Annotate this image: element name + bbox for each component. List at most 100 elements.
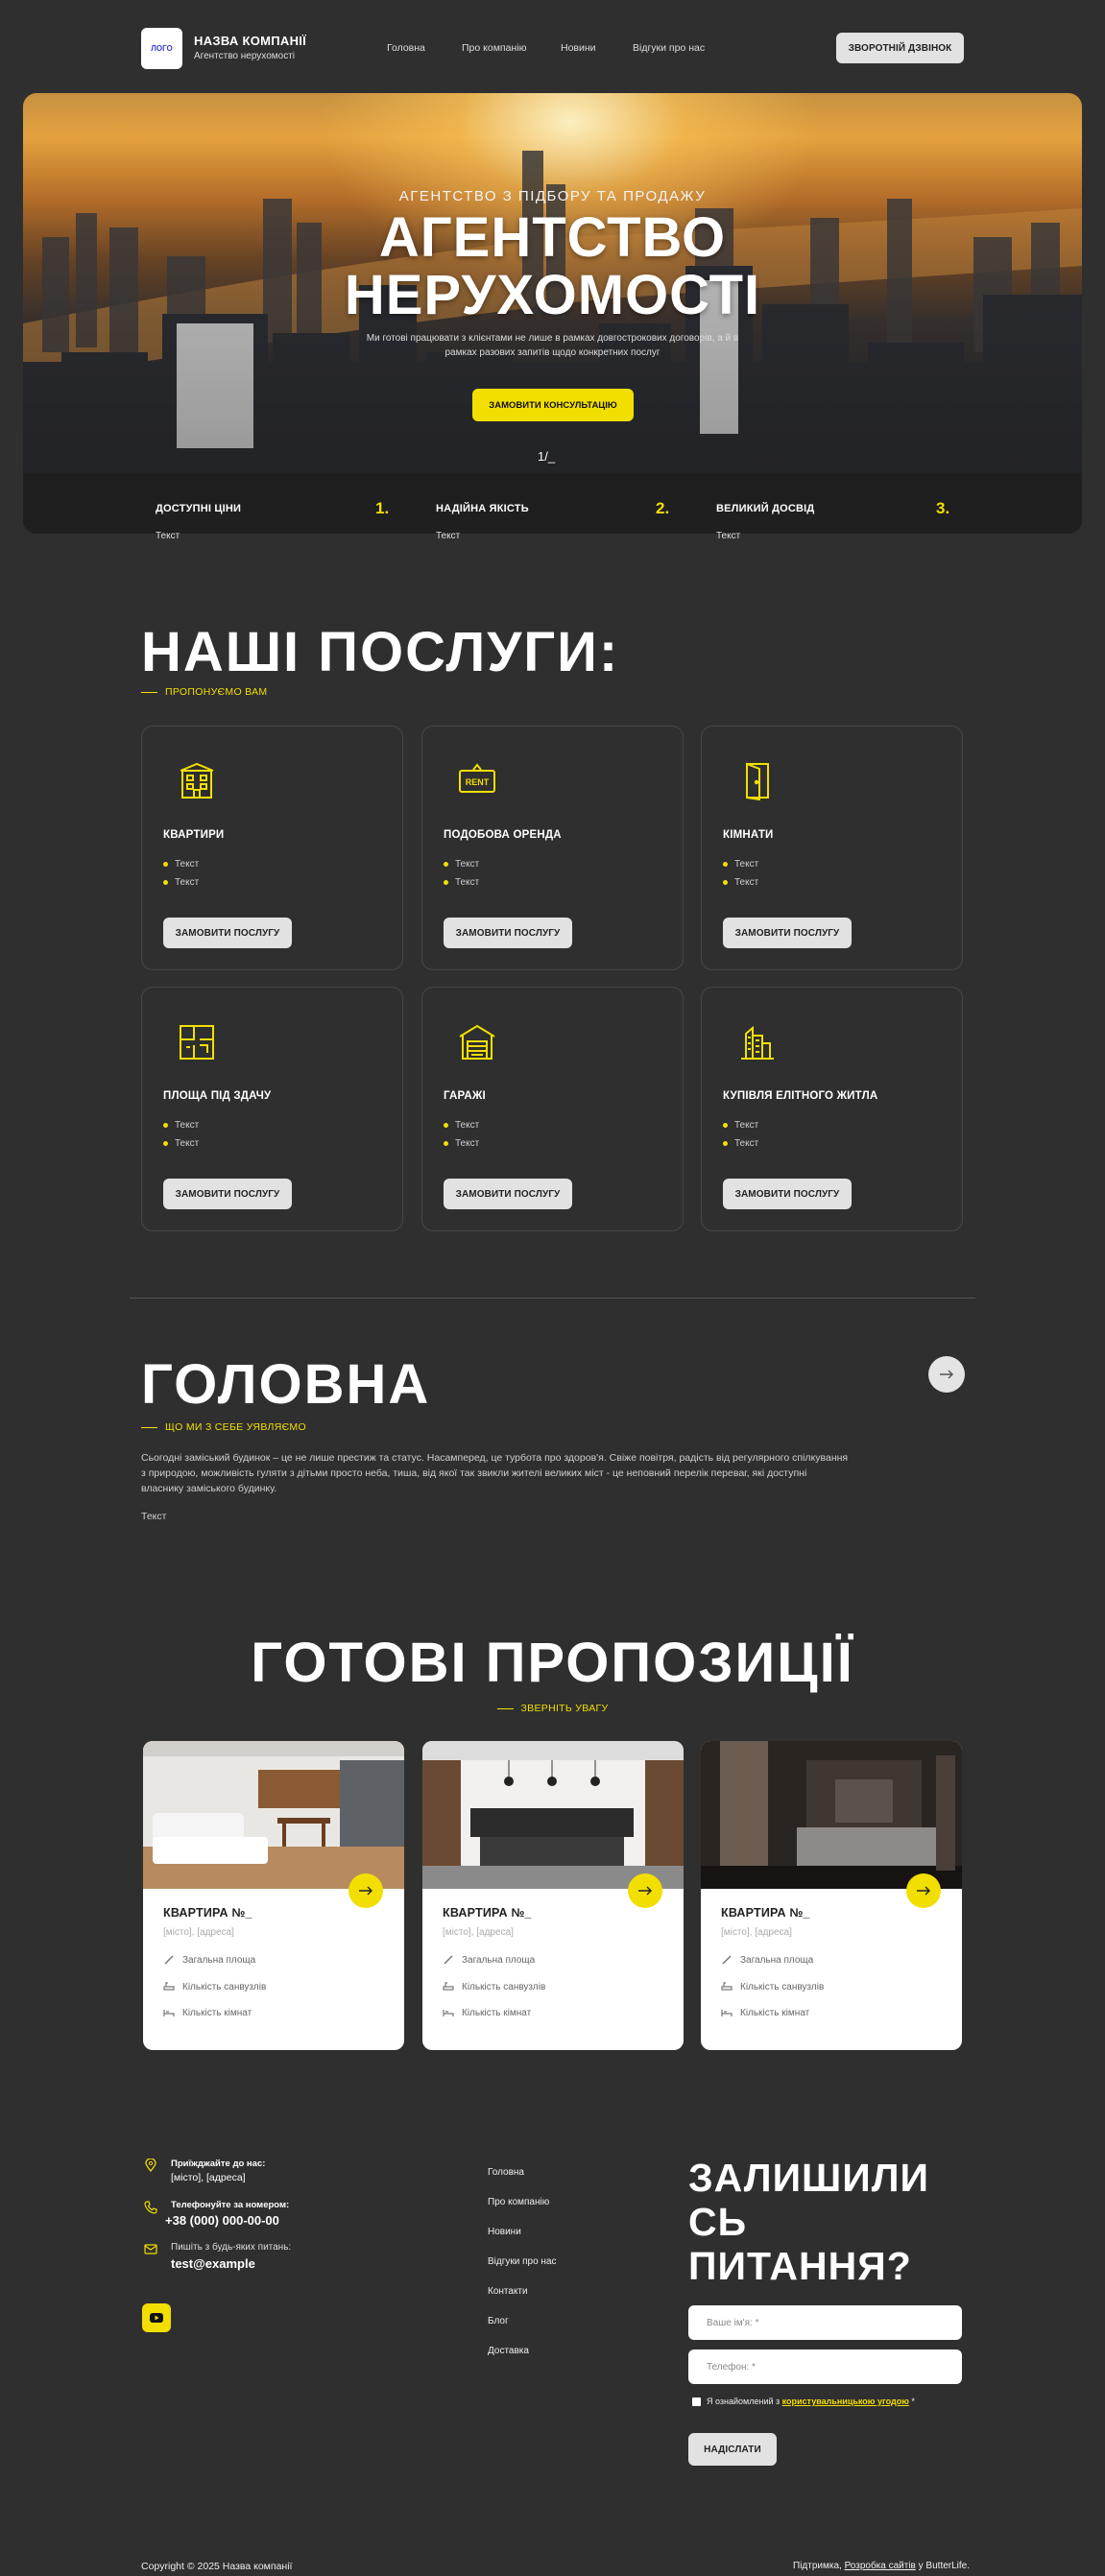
- order-service-button[interactable]: ЗАМОВИТИ ПОСЛУГУ: [163, 1179, 292, 1209]
- nav-item-news[interactable]: Новини: [561, 42, 596, 54]
- living-room-photo: [143, 1741, 404, 1889]
- offer-card[interactable]: КВАРТИРА №_ [місто], [адреса] Загальна п…: [143, 1741, 404, 2050]
- about-paragraph: Сьогодні заміський будинок – це не лише …: [141, 1452, 849, 1494]
- footer-link-news[interactable]: Новини: [488, 2227, 521, 2237]
- hero-title: АГЕНТСТВО НЕРУХОМОСТІ: [0, 209, 1105, 324]
- consultation-button[interactable]: ЗАМОВИТИ КОНСУЛЬТАЦІЮ: [472, 389, 634, 421]
- order-service-button[interactable]: ЗАМОВИТИ ПОСЛУГУ: [444, 918, 572, 948]
- agreement-checkbox[interactable]: [692, 2397, 701, 2406]
- offer-title: КВАРТИРА №_: [721, 1906, 810, 1920]
- offer-prop-rooms: Кількість кімнат: [163, 2007, 252, 2018]
- order-service-button[interactable]: ЗАМОВИТИ ПОСЛУГУ: [723, 918, 852, 948]
- agreement-required: *: [908, 2397, 915, 2406]
- feature-title-prices: ДОСТУПНІ ЦІНИ: [156, 503, 242, 514]
- offer-title: КВАРТИРА №_: [163, 1906, 252, 1920]
- service-bullet: Текст: [723, 877, 758, 888]
- agreement-text: Я ознайомлений з: [707, 2397, 782, 2406]
- name-input[interactable]: Ваше ім'я: *: [688, 2305, 962, 2340]
- youtube-button[interactable]: [142, 2303, 171, 2332]
- phone-input[interactable]: Телефон: *: [688, 2349, 962, 2384]
- footer-link-about[interactable]: Про компанію: [488, 2197, 549, 2207]
- feature-title-experience: ВЕЛИКИЙ ДОСВІД: [716, 503, 815, 514]
- arrow-right-icon: [638, 1886, 652, 1896]
- offer-prop-bathrooms: Кількість санвузлів: [721, 1981, 824, 1992]
- service-bullet: Текст: [723, 1138, 758, 1149]
- floor-plan-icon: [180, 1025, 214, 1060]
- service-bullet: Текст: [444, 877, 479, 888]
- offer-prop-area: Загальна площа: [721, 1954, 813, 1966]
- arrow-right-icon: [940, 1370, 953, 1379]
- offer-open-button[interactable]: [348, 1873, 383, 1908]
- offer-prop-rooms: Кількість кімнат: [721, 2007, 809, 2018]
- service-card-garages: ГАРАЖІ Текст Текст ЗАМОВИТИ ПОСЛУГУ: [421, 987, 684, 1231]
- services-kicker: ПРОПОНУЄМО ВАМ: [141, 686, 267, 698]
- offer-card[interactable]: КВАРТИРА №_ [місто], [адреса] Загальна п…: [422, 1741, 684, 2050]
- order-service-button[interactable]: ЗАМОВИТИ ПОСЛУГУ: [723, 1179, 852, 1209]
- bedroom-photo: [701, 1741, 962, 1889]
- offer-card[interactable]: КВАРТИРА №_ [місто], [адреса] Загальна п…: [701, 1741, 962, 2050]
- bathtub-icon: [443, 1982, 454, 1991]
- order-service-button[interactable]: ЗАМОВИТИ ПОСЛУГУ: [444, 1179, 572, 1209]
- feature-number-3: 3.: [936, 499, 950, 517]
- submit-button[interactable]: НАДІСЛАТИ: [688, 2433, 777, 2466]
- credits-link[interactable]: Розробка сайтів: [845, 2561, 916, 2571]
- service-title: ГАРАЖІ: [444, 1090, 486, 1102]
- offers-kicker: ЗВЕРНІТЬ УВАГУ: [497, 1703, 609, 1714]
- section-divider: [130, 1298, 975, 1299]
- hero-title-line1: АГЕНТСТВО: [378, 206, 727, 269]
- nav-item-about[interactable]: Про компанію: [462, 42, 526, 54]
- offer-prop-bathrooms: Кількість санвузлів: [443, 1981, 545, 1992]
- hero-kicker: АГЕНТСТВО З ПІДБОРУ ТА ПРОДАЖУ: [398, 188, 707, 204]
- footer-link-contacts[interactable]: Контакти: [488, 2286, 528, 2297]
- bed-icon: [163, 2010, 175, 2016]
- feature-text-1: Текст: [156, 531, 180, 541]
- service-title: КВАРТИРИ: [163, 829, 225, 841]
- apartment-building-icon: [180, 762, 214, 799]
- callback-button[interactable]: ЗВОРОТНІЙ ДЗВІНОК: [836, 33, 964, 63]
- company-name: НАЗВА КОМПАНІЇ: [194, 34, 307, 48]
- footer-link-reviews[interactable]: Відгуки про нас: [488, 2256, 557, 2267]
- order-service-button[interactable]: ЗАМОВИТИ ПОСЛУГУ: [163, 918, 292, 948]
- ruler-icon: [722, 1955, 732, 1965]
- skyscraper-icon: [741, 1025, 774, 1060]
- bed-icon: [443, 2010, 454, 2016]
- ruler-icon: [444, 1955, 453, 1965]
- about-kicker: ЩО МИ З СЕБЕ УЯВЛЯЄМО: [141, 1421, 306, 1433]
- service-bullet: Текст: [444, 859, 479, 870]
- service-card-apartments: КВАРТИРИ Текст Текст ЗАМОВИТИ ПОСЛУГУ: [141, 726, 403, 970]
- hero-title-line2: НЕРУХОМОСТІ: [344, 264, 761, 326]
- youtube-icon: [150, 2313, 163, 2323]
- service-bullet: Текст: [723, 1120, 758, 1131]
- copyright: Copyright © 2025 Назва компанії: [141, 2561, 293, 2572]
- about-text: Текст: [141, 1511, 167, 1522]
- offer-prop-bathrooms: Кількість санвузлів: [163, 1981, 266, 1992]
- offer-address: [місто], [адреса]: [721, 1927, 792, 1938]
- email-value[interactable]: test@example: [171, 2256, 255, 2271]
- footer-link-delivery[interactable]: Доставка: [488, 2346, 529, 2356]
- credits: Підтримка, Розробка сайтів у ButterLife.: [793, 2561, 971, 2571]
- nav-item-reviews[interactable]: Відгуки про нас: [633, 42, 705, 54]
- footer-link-home[interactable]: Головна: [488, 2167, 524, 2178]
- question-title-line2: СЬ: [688, 2200, 748, 2244]
- next-arrow-button[interactable]: [928, 1356, 965, 1393]
- footer-link-blog[interactable]: Блог: [488, 2316, 509, 2326]
- feature-text-2: Текст: [436, 531, 461, 541]
- agreement-link[interactable]: користувальницькою угодою: [782, 2397, 909, 2406]
- logo[interactable]: ЛОГО: [141, 28, 182, 69]
- service-title: ПЛОЩА ПІД ЗДАЧУ: [163, 1090, 272, 1102]
- service-card-rental-space: ПЛОЩА ПІД ЗДАЧУ Текст Текст ЗАМОВИТИ ПОС…: [141, 987, 403, 1231]
- service-bullet: Текст: [163, 859, 199, 870]
- phone-value[interactable]: +38 (000) 000-00-00: [165, 2213, 279, 2228]
- offer-title: КВАРТИРА №_: [443, 1906, 532, 1920]
- door-icon: [746, 762, 769, 801]
- service-title: КУПІВЛЯ ЕЛІТНОГО ЖИТЛА: [723, 1090, 878, 1102]
- nav-item-home[interactable]: Головна: [387, 42, 425, 54]
- service-bullet: Текст: [163, 1120, 199, 1131]
- address-label: Приїжджайте до нас:: [171, 2159, 266, 2169]
- service-bullet: Текст: [444, 1120, 479, 1131]
- offer-open-button[interactable]: [906, 1873, 941, 1908]
- offer-open-button[interactable]: [628, 1873, 662, 1908]
- offer-address: [місто], [адреса]: [443, 1927, 514, 1938]
- phone-label: Телефонуйте за номером:: [171, 2200, 290, 2210]
- bed-icon: [721, 2010, 733, 2016]
